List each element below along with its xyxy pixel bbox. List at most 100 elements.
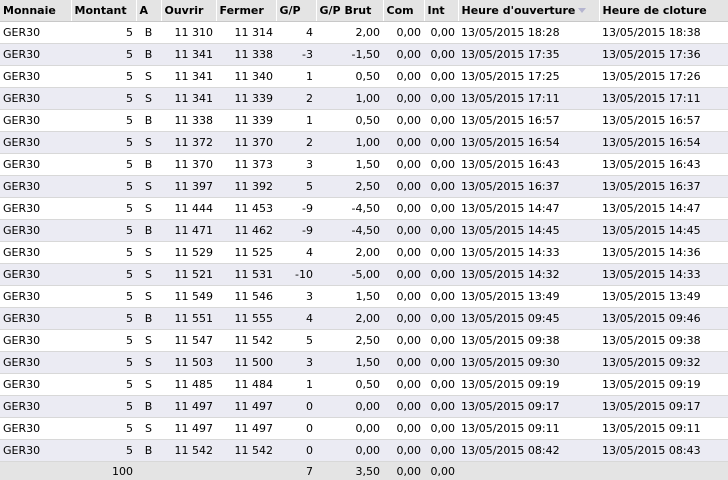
cell-int: 0,00 bbox=[424, 241, 458, 264]
cell-montant: 5 bbox=[71, 417, 136, 440]
column-header-label: Ouvrir bbox=[164, 3, 204, 17]
cell-cloture: 13/05/2015 14:33 bbox=[599, 263, 728, 286]
cell-com: 0,00 bbox=[383, 175, 424, 198]
cell-com: 0,00 bbox=[383, 417, 424, 440]
cell-fermer: 11 546 bbox=[216, 285, 276, 308]
cell-com: 0,00 bbox=[383, 219, 424, 242]
cell-a: B bbox=[136, 307, 161, 330]
cell-fermer: 11 497 bbox=[216, 417, 276, 440]
cell-montant: 5 bbox=[71, 131, 136, 154]
table-row[interactable]: GER30 5 B 11 338 11 339 1 0,50 0,00 0,00 13/05/20… bbox=[0, 109, 728, 132]
cell-a: B bbox=[136, 439, 161, 462]
table-row[interactable]: GER30 5 B 11 551 11 555 4 2,00 0,00 0,00 13/05/20… bbox=[0, 307, 728, 330]
cell-com: 0,00 bbox=[383, 21, 424, 44]
cell-fermer: 11 555 bbox=[216, 307, 276, 330]
cell-gp: 2 bbox=[276, 131, 316, 154]
sort-descending-icon[interactable] bbox=[578, 8, 587, 14]
table-row[interactable]: GER30 5 S 11 521 11 531 -10 -5,00 0,00 0,00 13/05… bbox=[0, 263, 728, 286]
column-header-label: G/P bbox=[279, 3, 301, 17]
column-header-ouvrir[interactable]: Ouvrir bbox=[161, 0, 217, 22]
table-row[interactable]: GER30 5 S 11 549 11 546 3 1,50 0,00 0,00 13/05/20… bbox=[0, 285, 728, 308]
cell-ouvrir: 11 542 bbox=[161, 439, 216, 462]
cell-monnaie: GER30 bbox=[0, 175, 71, 198]
cell-gp: -9 bbox=[276, 219, 316, 242]
cell-ouvrir: 11 444 bbox=[161, 197, 216, 220]
table-row[interactable]: GER30 5 S 11 547 11 542 5 2,50 0,00 0,00 13/05/20… bbox=[0, 329, 728, 352]
cell-int: 0,00 bbox=[424, 21, 458, 44]
cell-ouverture: 13/05/2015 14:47 bbox=[458, 197, 599, 220]
total-a bbox=[136, 460, 161, 480]
table-row[interactable]: GER30 5 B 11 341 11 338 -3 -1,50 0,00 0,00 13/05/… bbox=[0, 43, 728, 66]
column-header-ouverture[interactable]: Heure d'ouverture bbox=[458, 0, 600, 22]
total-com: 0,00 bbox=[383, 460, 424, 480]
cell-gp-brut: 0,50 bbox=[316, 373, 383, 396]
table-row[interactable]: GER30 5 S 11 497 11 497 0 0,00 0,00 0,00 13/05/20… bbox=[0, 417, 728, 440]
table-row[interactable]: GER30 5 B 11 310 11 314 4 2,00 0,00 0,00 13/05/20… bbox=[0, 21, 728, 44]
column-header-gp[interactable]: G/P bbox=[276, 0, 317, 22]
column-header-label: Heure d'ouverture bbox=[461, 3, 576, 17]
cell-ouvrir: 11 503 bbox=[161, 351, 216, 374]
table-row[interactable]: GER30 5 B 11 497 11 497 0 0,00 0,00 0,00 13/05/20… bbox=[0, 395, 728, 418]
column-header-gp-brut[interactable]: G/P Brut bbox=[316, 0, 384, 22]
table-row[interactable]: GER30 5 S 11 372 11 370 2 1,00 0,00 0,00 13/05/20… bbox=[0, 131, 728, 154]
cell-a: S bbox=[136, 131, 161, 154]
cell-montant: 5 bbox=[71, 373, 136, 396]
cell-int: 0,00 bbox=[424, 219, 458, 242]
cell-int: 0,00 bbox=[424, 109, 458, 132]
table-row[interactable]: GER30 5 B 11 370 11 373 3 1,50 0,00 0,00 13/05/20… bbox=[0, 153, 728, 176]
cell-fermer: 11 500 bbox=[216, 351, 276, 374]
cell-fermer: 11 542 bbox=[216, 439, 276, 462]
table-row[interactable]: GER30 5 S 11 529 11 525 4 2,00 0,00 0,00 13/05/20… bbox=[0, 241, 728, 264]
table-row[interactable]: GER30 5 S 11 397 11 392 5 2,50 0,00 0,00 13/05/20… bbox=[0, 175, 728, 198]
column-header-a[interactable]: A bbox=[136, 0, 162, 22]
cell-montant: 5 bbox=[71, 285, 136, 308]
total-gp-brut: 3,50 bbox=[316, 460, 383, 480]
column-header-com[interactable]: Com bbox=[383, 0, 425, 22]
table-row[interactable]: GER30 5 S 11 341 11 339 2 1,00 0,00 0,00 13/05/20… bbox=[0, 87, 728, 110]
cell-com: 0,00 bbox=[383, 285, 424, 308]
cell-gp-brut: 1,50 bbox=[316, 153, 383, 176]
cell-gp: 1 bbox=[276, 373, 316, 396]
total-montant: 100 bbox=[71, 460, 136, 480]
cell-ouverture: 13/05/2015 09:45 bbox=[458, 307, 599, 330]
total-gp: 7 bbox=[276, 460, 316, 480]
cell-int: 0,00 bbox=[424, 197, 458, 220]
cell-monnaie: GER30 bbox=[0, 395, 71, 418]
column-header-label: Fermer bbox=[219, 3, 264, 17]
total-monnaie bbox=[0, 460, 71, 480]
column-header-montant[interactable]: Montant bbox=[71, 0, 137, 22]
cell-int: 0,00 bbox=[424, 87, 458, 110]
cell-cloture: 13/05/2015 18:38 bbox=[599, 21, 728, 44]
cell-ouvrir: 11 529 bbox=[161, 241, 216, 264]
cell-cloture: 13/05/2015 14:45 bbox=[599, 219, 728, 242]
cell-fermer: 11 484 bbox=[216, 373, 276, 396]
column-header-fermer[interactable]: Fermer bbox=[216, 0, 277, 22]
table-row[interactable]: GER30 5 S 11 444 11 453 -9 -4,50 0,00 0,00 13/05/… bbox=[0, 197, 728, 220]
cell-ouverture: 13/05/2015 09:17 bbox=[458, 395, 599, 418]
table-row[interactable]: GER30 5 B 11 471 11 462 -9 -4,50 0,00 0,00 13/05/… bbox=[0, 219, 728, 242]
cell-a: S bbox=[136, 351, 161, 374]
cell-monnaie: GER30 bbox=[0, 43, 71, 66]
cell-com: 0,00 bbox=[383, 329, 424, 352]
cell-int: 0,00 bbox=[424, 175, 458, 198]
cell-monnaie: GER30 bbox=[0, 87, 71, 110]
cell-montant: 5 bbox=[71, 87, 136, 110]
column-header-int[interactable]: Int bbox=[424, 0, 459, 22]
cell-int: 0,00 bbox=[424, 153, 458, 176]
table-row[interactable]: GER30 5 B 11 542 11 542 0 0,00 0,00 0,00 13/05/20… bbox=[0, 439, 728, 462]
table-row[interactable]: GER30 5 S 11 503 11 500 3 1,50 0,00 0,00 13/05/20… bbox=[0, 351, 728, 374]
cell-cloture: 13/05/2015 09:19 bbox=[599, 373, 728, 396]
cell-gp: 4 bbox=[276, 307, 316, 330]
cell-montant: 5 bbox=[71, 21, 136, 44]
cell-gp: 3 bbox=[276, 351, 316, 374]
table-row[interactable]: GER30 5 S 11 341 11 340 1 0,50 0,00 0,00 13/05/20… bbox=[0, 65, 728, 88]
cell-gp-brut: 0,00 bbox=[316, 395, 383, 418]
cell-ouverture: 13/05/2015 09:30 bbox=[458, 351, 599, 374]
cell-cloture: 13/05/2015 16:57 bbox=[599, 109, 728, 132]
column-header-cloture[interactable]: Heure de cloture bbox=[599, 0, 728, 22]
cell-a: B bbox=[136, 21, 161, 44]
cell-montant: 5 bbox=[71, 65, 136, 88]
column-header-monnaie[interactable]: Monnaie bbox=[0, 0, 72, 22]
cell-gp: 5 bbox=[276, 175, 316, 198]
table-row[interactable]: GER30 5 S 11 485 11 484 1 0,50 0,00 0,00 13/05/20… bbox=[0, 373, 728, 396]
